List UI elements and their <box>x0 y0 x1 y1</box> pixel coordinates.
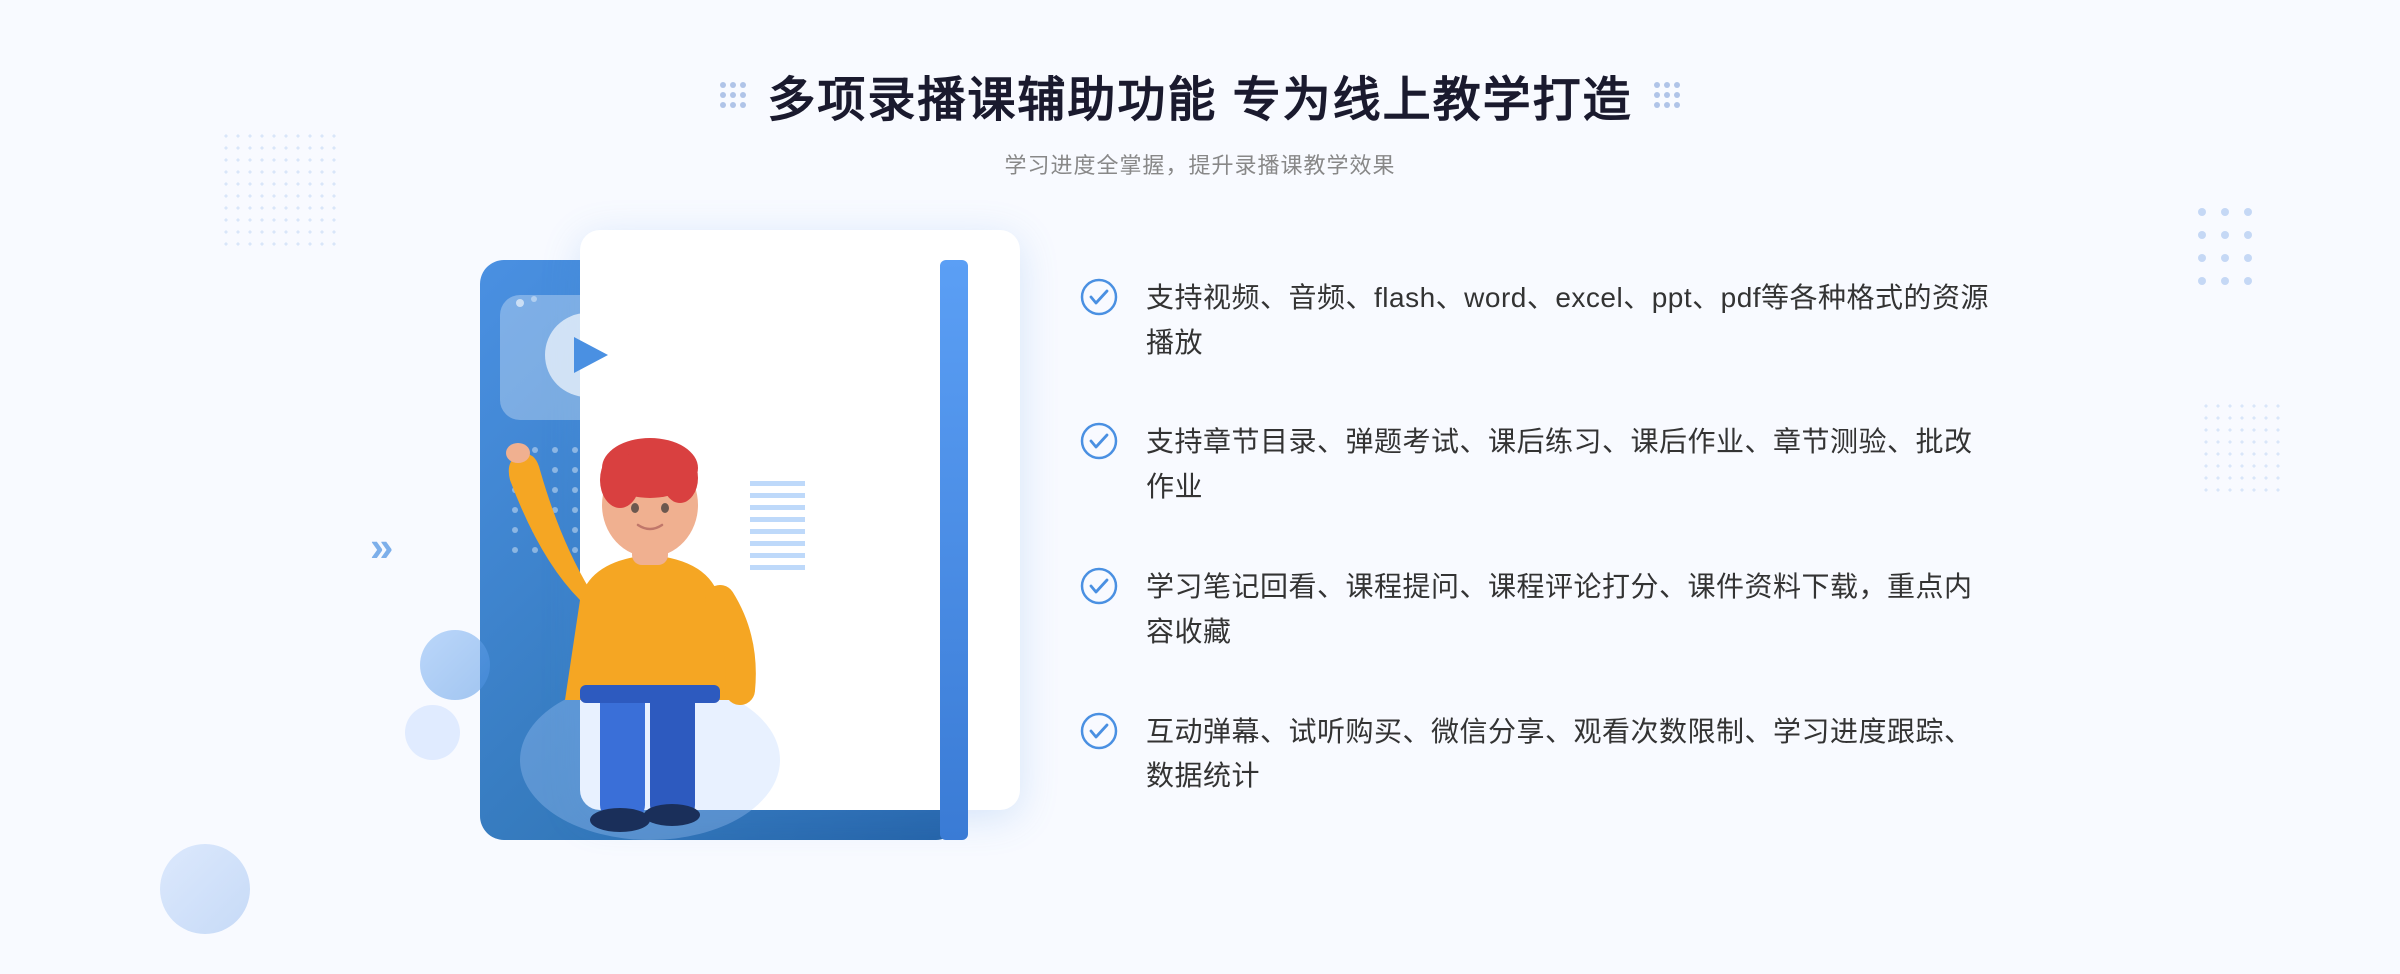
video-bubble <box>490 285 690 450</box>
dots-decoration-top-left <box>220 130 340 250</box>
feature-text-2: 支持章节目录、弹题考试、课后练习、课后作业、章节测验、批改作业 <box>1146 420 2000 510</box>
feature-text-4: 互动弹幕、试听购买、微信分享、观看次数限制、学习进度跟踪、数据统计 <box>1146 710 2000 800</box>
page-container: 多项录播课辅助功能 专为线上教学打造 学习进度全掌握，提升录播课教学效果 <box>0 0 2400 974</box>
check-circle-icon-3 <box>1080 567 1118 605</box>
chevron-left-icon: » <box>370 523 393 571</box>
right-dots-decoration <box>2190 200 2260 295</box>
check-circle-icon-4 <box>1080 712 1118 750</box>
title-decoration-right <box>1653 81 1681 109</box>
feature-item-3: 学习笔记回看、课程提问、课程评论打分、课件资料下载，重点内容收藏 <box>1080 565 2000 655</box>
stripe-decoration <box>750 480 805 570</box>
title-decoration-left <box>719 81 747 109</box>
check-circle-icon-1 <box>1080 278 1118 316</box>
main-content: » <box>400 230 2000 880</box>
feature-item-4: 互动弹幕、试听购买、微信分享、观看次数限制、学习进度跟踪、数据统计 <box>1080 710 2000 800</box>
illustration-area: » <box>400 230 1000 880</box>
page-title: 多项录播课辅助功能 专为线上教学打造 <box>767 60 1632 130</box>
title-wrapper: 多项录播课辅助功能 专为线上教学打造 <box>719 60 1680 130</box>
feature-item-2: 支持章节目录、弹题考试、课后练习、课后作业、章节测验、批改作业 <box>1080 420 2000 510</box>
header-section: 多项录播课辅助功能 专为线上教学打造 学习进度全掌握，提升录播课教学效果 <box>719 60 1680 180</box>
deco-circle-2 <box>405 705 460 760</box>
dots-decoration-right <box>2200 400 2280 500</box>
feature-text-1: 支持视频、音频、flash、word、excel、ppt、pdf等各种格式的资源… <box>1146 276 2000 366</box>
dots-grid-icon-left <box>719 81 747 109</box>
dots-grid-icon-right <box>1653 81 1681 109</box>
feature-text-3: 学习笔记回看、课程提问、课程评论打分、课件资料下载，重点内容收藏 <box>1146 565 2000 655</box>
page-subtitle: 学习进度全掌握，提升录播课教学效果 <box>719 148 1680 180</box>
check-circle-icon-2 <box>1080 422 1118 460</box>
speech-bubble-svg <box>490 285 690 445</box>
deco-circle-bottom <box>160 844 250 934</box>
blue-vertical-bar <box>940 260 968 840</box>
feature-item-1: 支持视频、音频、flash、word、excel、ppt、pdf等各种格式的资源… <box>1080 276 2000 366</box>
features-area: 支持视频、音频、flash、word、excel、ppt、pdf等各种格式的资源… <box>1000 256 2000 854</box>
